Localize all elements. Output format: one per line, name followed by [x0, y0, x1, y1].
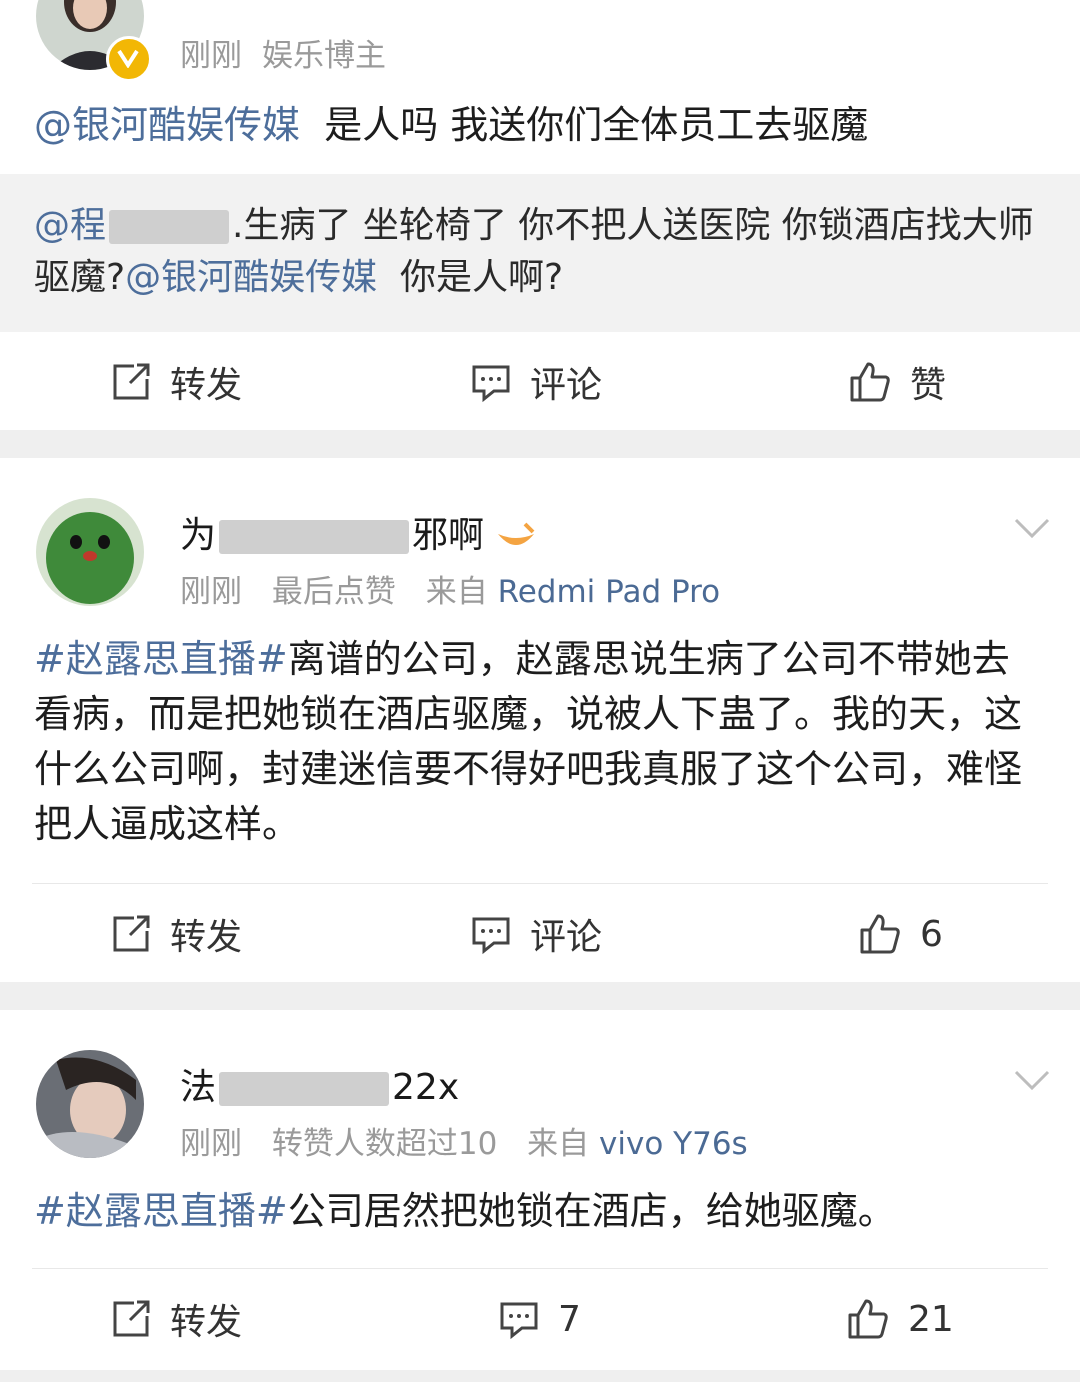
repost-label: 转发 — [170, 365, 243, 406]
post-meta: 刚刚 转赞人数超过10 来自 vivo Y76s — [180, 1126, 748, 1162]
post-card-2: 为邪啊 刚刚 最后点赞 来自 Redmi Pad Pro #赵露思直播#离谱的公… — [0, 458, 1080, 982]
post-time: 刚刚 — [180, 38, 242, 74]
like-label: 赞 — [910, 365, 947, 406]
quote-mention-2[interactable]: @银河酷娱传媒 — [125, 257, 377, 298]
repost-icon — [113, 1300, 150, 1337]
repost-icon — [113, 915, 150, 952]
thumbs-up-icon — [860, 914, 900, 954]
repost-icon — [113, 363, 150, 400]
user-avatar[interactable] — [36, 498, 144, 606]
quote-mention[interactable]: @程 — [34, 205, 106, 246]
like-button[interactable]: 21 — [846, 1269, 954, 1369]
repost-button[interactable]: 转发 — [110, 1269, 242, 1369]
post-card-3: 法 22x 刚刚 转赞人数超过10 来自 vivo Y76s #赵露思直播#公司居… — [0, 1010, 1080, 1370]
redacted-name — [219, 520, 410, 554]
post-card-1: 刚刚 娱乐博主 @银河酷娱传媒 是人吗 我送你们全体员工去驱魔 @程 .生病了 坐轮… — [0, 0, 1080, 430]
like-button[interactable]: 6 — [858, 884, 943, 984]
post-text: #赵露思直播#公司居然把她锁在酒店，给她驱魔。 — [34, 1184, 1046, 1239]
post-meta: 刚刚 最后点赞 来自 Redmi Pad Pro — [180, 574, 721, 610]
comment-icon — [472, 365, 510, 403]
chevron-down-icon[interactable] — [1012, 1060, 1052, 1100]
comment-count: 7 — [558, 1298, 581, 1340]
comment-icon — [500, 1302, 538, 1340]
thumbs-up-icon — [850, 362, 890, 402]
mention-link[interactable]: @银河酷娱传媒 — [34, 103, 300, 147]
post-text: @银河酷娱传媒 是人吗 我送你们全体员工去驱魔 — [34, 98, 1046, 153]
user-handle[interactable]: 为邪啊 — [180, 506, 537, 558]
comment-button[interactable]: 评论 — [470, 332, 602, 432]
user-avatar[interactable] — [36, 1050, 144, 1158]
post-actions: 转发 评论 赞 — [0, 332, 1080, 432]
thumbs-up-icon — [848, 1299, 888, 1339]
comment-button[interactable]: 7 — [498, 1269, 581, 1369]
chevron-down-icon[interactable] — [1012, 508, 1052, 548]
post-body: 公司居然把她锁在酒店，给她驱魔。 — [287, 1189, 896, 1233]
like-count: 6 — [920, 913, 943, 955]
post-text: #赵露思直播#离谱的公司，赵露思说生病了公司不带她去看病，而是把她锁在酒店驱魔，… — [34, 632, 1046, 852]
redacted-name — [219, 1072, 390, 1106]
fan-badge-icon — [498, 522, 535, 545]
like-count: 21 — [908, 1298, 954, 1340]
comment-button[interactable]: 评论 — [470, 884, 602, 984]
quote-body-2: 你是人啊? — [400, 257, 564, 298]
hashtag-link[interactable]: #赵露思直播# — [34, 637, 288, 681]
repost-button[interactable]: 转发 — [110, 884, 242, 984]
comment-icon — [472, 917, 510, 955]
post-meta: 刚刚 娱乐博主 — [180, 30, 386, 75]
comment-label: 评论 — [530, 365, 603, 406]
repost-button[interactable]: 转发 — [110, 332, 242, 432]
like-button[interactable]: 赞 — [848, 332, 946, 432]
post-body: 是人吗 我送你们全体员工去驱魔 — [324, 103, 869, 147]
post-actions: 转发 7 21 — [0, 1269, 1080, 1369]
post-actions: 转发 评论 6 — [0, 884, 1080, 984]
hashtag-link[interactable]: #赵露思直播# — [34, 1189, 288, 1233]
source-device[interactable]: Redmi Pad Pro — [498, 574, 721, 610]
source-device[interactable]: vivo Y76s — [599, 1126, 748, 1162]
redacted-name — [109, 210, 230, 244]
user-handle[interactable]: 法 22x — [180, 1058, 459, 1110]
quoted-post[interactable]: @程 .生病了 坐轮椅了 你不把人送医院 你锁酒店找大师驱魔?@银河酷娱传媒 你是… — [0, 174, 1080, 332]
user-tag: 娱乐博主 — [262, 38, 386, 74]
verified-badge-icon — [106, 36, 152, 82]
